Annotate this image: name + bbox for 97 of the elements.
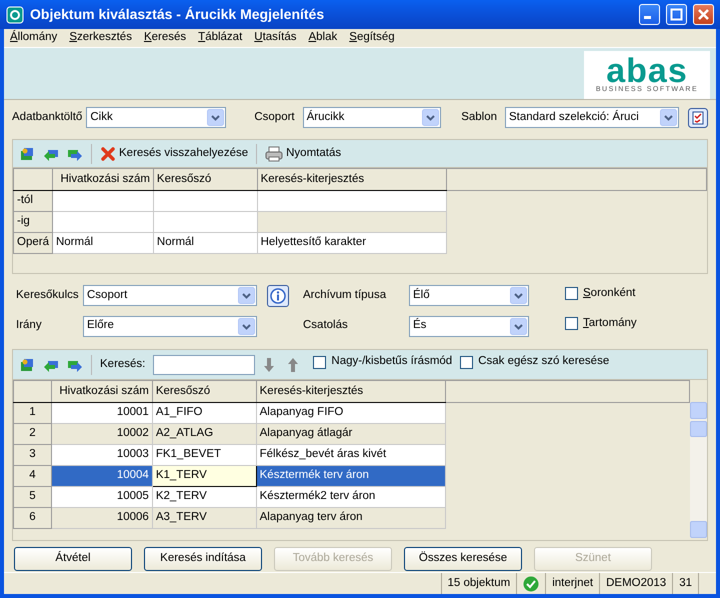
action-button[interactable]: Összes keresése <box>404 547 522 572</box>
menu-item[interactable]: Keresés <box>144 31 186 46</box>
scrollbar[interactable] <box>690 402 707 538</box>
checkbox-label: Tartomány <box>583 316 637 331</box>
checklist-button[interactable] <box>688 108 708 128</box>
checkbox[interactable] <box>313 356 326 369</box>
row-number: 3 <box>14 444 52 466</box>
field-label: Csatolás <box>302 319 349 333</box>
row-number: 1 <box>14 402 52 424</box>
close-button[interactable] <box>693 4 714 26</box>
search-field[interactable] <box>153 354 256 375</box>
column-header[interactable]: Hivatkozási szám <box>52 168 154 191</box>
checkbox-label: Nagy-/kisbetűs írásmód <box>331 355 452 370</box>
x-icon <box>100 146 116 162</box>
grid-cell[interactable] <box>153 190 258 212</box>
checkbox[interactable] <box>565 317 578 330</box>
checkbox-label: Soronként <box>583 286 636 300</box>
field-label: Keresőkulcs <box>16 288 80 303</box>
table-cell[interactable]: A3_TERV <box>152 508 256 529</box>
table-cell[interactable]: K2_TERV <box>152 486 256 508</box>
table-cell[interactable]: Alapanyag terv áron <box>256 508 446 529</box>
checkbox[interactable] <box>565 287 578 300</box>
row-header: -ig <box>14 212 52 233</box>
menu-item[interactable]: Táblázat <box>198 31 242 46</box>
up-arrow-icon[interactable] <box>287 356 300 373</box>
table-cell[interactable]: Alapanyag FIFO <box>256 402 446 424</box>
row-number: 5 <box>14 486 52 508</box>
grid-cell[interactable] <box>153 212 258 233</box>
menu-item[interactable]: Ablak <box>308 31 338 46</box>
table-cell[interactable]: A1_FIFO <box>152 402 256 424</box>
dropdown[interactable]: Cikk <box>86 107 226 128</box>
column-header[interactable]: Keresés-kiterjesztés <box>256 380 446 403</box>
dropdown[interactable]: Standard szelekció: Áruci <box>505 107 679 128</box>
column-header[interactable]: Keresőszó <box>153 168 258 191</box>
status-text: 15 objektum <box>440 573 516 594</box>
column-header[interactable]: Hivatkozási szám <box>51 380 152 403</box>
window-title: Objektum kiválasztás - Árucikk Megjelenítés <box>30 6 326 24</box>
dropdown[interactable]: Árucikk <box>302 107 441 128</box>
table-cell[interactable]: Félkész_bevét áras kivét <box>256 444 446 466</box>
card-icon[interactable] <box>19 356 35 373</box>
table-cell[interactable]: 10002 <box>51 424 152 445</box>
table-cell[interactable]: 10001 <box>51 402 152 424</box>
menu-item[interactable]: Szerkesztés <box>69 31 132 46</box>
minimize-icon <box>644 16 650 20</box>
card-icon[interactable] <box>19 146 35 162</box>
dropdown[interactable]: Élő <box>409 285 529 306</box>
grid-cell[interactable] <box>52 190 154 212</box>
menu-item[interactable]: Segítség <box>349 31 395 46</box>
minimize-button[interactable] <box>639 4 660 26</box>
search-label: Keresés: <box>100 358 146 372</box>
maximize-button[interactable] <box>666 4 687 26</box>
table-cell[interactable]: 10006 <box>51 508 152 529</box>
column-header[interactable]: Keresőszó <box>152 380 256 403</box>
down-arrow-icon[interactable] <box>263 356 276 373</box>
dropdown[interactable]: Előre <box>83 316 257 337</box>
table-cell[interactable]: FK1_BEVET <box>152 444 256 466</box>
printer-icon <box>265 146 284 162</box>
action-button[interactable]: Keresés indítása <box>144 547 262 572</box>
row-header: Operá <box>14 232 52 254</box>
menu-item[interactable]: Állomány <box>10 31 58 46</box>
checkbox[interactable] <box>460 356 474 369</box>
grid-cell[interactable]: Normál <box>52 232 154 254</box>
field-label: Irány <box>16 319 43 333</box>
checkbox-label: Csak egész szó keresése <box>478 355 610 370</box>
dropdown[interactable]: És <box>409 316 529 337</box>
table-cell[interactable]: 10005 <box>51 486 152 508</box>
grid-cell[interactable]: Helyettesítő karakter <box>257 232 446 254</box>
table-cell[interactable]: Alapanyag átlagár <box>256 424 446 445</box>
table-cell[interactable]: Késztermék2 terv áron <box>256 486 446 508</box>
table-cell[interactable]: Késztermék terv áron <box>256 466 446 487</box>
check-icon <box>523 576 540 592</box>
info-button[interactable] <box>267 284 289 307</box>
field-label: Adatbanktöltő <box>12 110 82 124</box>
row-header: -tól <box>14 190 52 212</box>
row-number: 2 <box>14 424 52 445</box>
status-text: DEMO2013 <box>599 573 672 594</box>
reset-search-button[interactable]: Keresés visszahelyezése <box>100 146 248 162</box>
table-cell[interactable]: 10003 <box>51 444 152 466</box>
field-label: Sablon <box>461 110 497 124</box>
row-number: 6 <box>14 508 52 529</box>
status-text: 31 <box>672 573 698 594</box>
dropdown[interactable]: Csoport <box>83 285 257 306</box>
grid-cell[interactable]: Normál <box>153 232 258 254</box>
column-header[interactable]: Keresés-kiterjesztés <box>257 168 446 191</box>
table-cell[interactable]: 10004 <box>51 466 152 487</box>
grid-cell[interactable] <box>52 212 154 233</box>
action-button[interactable]: Átvétel <box>14 547 132 572</box>
app-icon <box>6 6 24 24</box>
table-cell[interactable]: K1_TERV <box>152 466 256 487</box>
field-label: Archívum típusa <box>302 288 388 303</box>
table-cell[interactable]: A2_ATLAG <box>152 424 256 445</box>
grid-cell[interactable] <box>257 190 446 212</box>
menu-item[interactable]: Utasítás <box>254 31 296 46</box>
field-label: Csoport <box>254 110 295 124</box>
status-text: interjnet <box>545 573 600 594</box>
row-number: 4 <box>14 466 52 487</box>
print-button[interactable]: Nyomtatás <box>265 146 342 162</box>
